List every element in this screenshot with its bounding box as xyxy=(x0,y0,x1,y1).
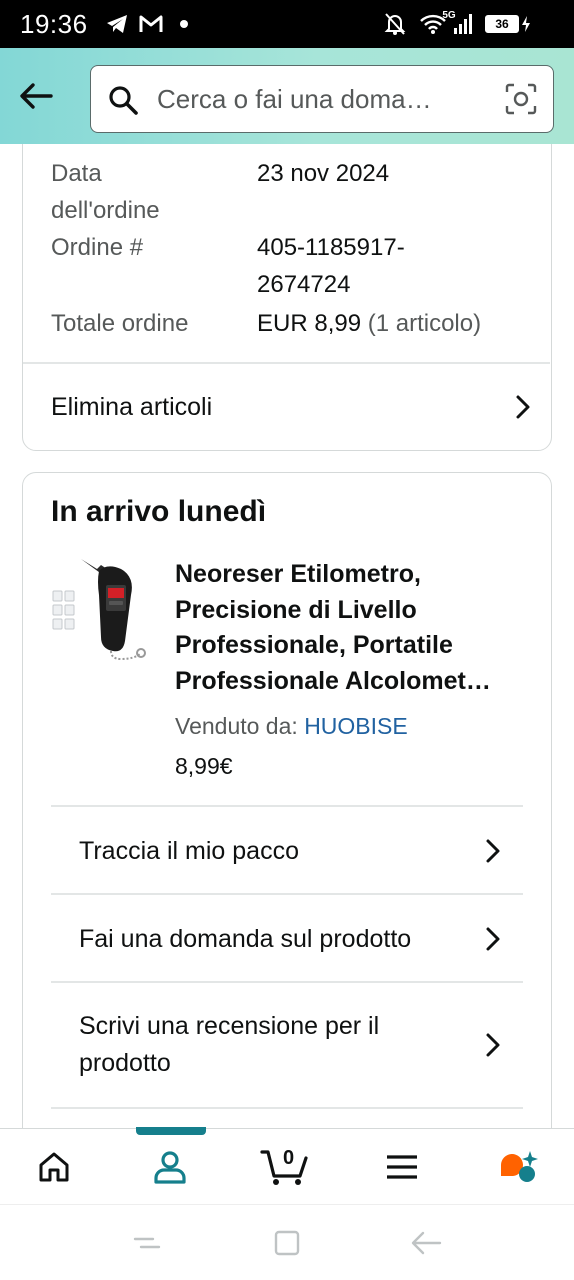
gmail-icon xyxy=(138,10,164,38)
order-total-value: EUR 8,99 (1 articolo) xyxy=(257,310,482,337)
product-price: 8,99€ xyxy=(175,753,233,779)
status-bar: 19:36 5G 36 xyxy=(0,0,574,48)
divider xyxy=(51,981,523,983)
seller-link[interactable]: HUOBISE xyxy=(304,713,408,739)
rufus-icon xyxy=(501,1151,538,1182)
camera-icon[interactable] xyxy=(505,83,537,120)
shipment-card: In arrivo lunedì Neoreser Etilometro, Pr… xyxy=(22,472,552,1128)
bottom-navigation: 0 xyxy=(0,1127,574,1205)
status-time: 19:36 xyxy=(20,9,88,39)
search-placeholder: Cerca o fai una doma… xyxy=(157,84,432,114)
track-package-link[interactable]: Traccia il mio pacco xyxy=(79,809,501,893)
search-input[interactable]: Cerca o fai una doma… xyxy=(90,65,554,133)
order-details-content[interactable]: Data dell'ordine 23 nov 2024 Ordine # 40… xyxy=(0,144,574,1128)
menu-icon xyxy=(387,1155,417,1179)
divider xyxy=(51,893,523,895)
nav-account[interactable] xyxy=(130,1129,210,1205)
mute-icon xyxy=(382,10,408,38)
back-button[interactable] xyxy=(14,74,58,118)
write-review-link[interactable]: Scrivi una recensione per il prodotto xyxy=(79,985,501,1105)
order-date-value: 23 nov 2024 xyxy=(257,160,390,187)
cart-count: 0 xyxy=(283,1147,295,1169)
delivery-status-title: In arrivo lunedì xyxy=(51,495,267,528)
search-icon xyxy=(107,84,139,121)
order-number-label: Ordine # xyxy=(51,234,144,261)
order-summary-card: Data dell'ordine 23 nov 2024 Ordine # 40… xyxy=(22,144,552,451)
chevron-right-icon xyxy=(486,839,500,863)
order-number-value: 405-1185917- 2674724 xyxy=(257,234,405,298)
order-item-count: (1 articolo) xyxy=(367,310,482,337)
home-square-icon[interactable] xyxy=(267,1225,307,1261)
signal-icon xyxy=(452,10,474,38)
product-image[interactable] xyxy=(51,555,151,665)
system-navigation-bar xyxy=(0,1204,574,1280)
battery-level: 36 xyxy=(485,15,519,33)
search-header: Cerca o fai una doma… xyxy=(0,48,574,144)
chevron-right-icon xyxy=(486,1033,500,1057)
sold-by: Venduto da: HUOBISE xyxy=(175,713,408,739)
product-title-link[interactable]: Neoreser Etilometro, Precisione di Livel… xyxy=(175,557,535,699)
divider xyxy=(23,362,550,364)
divider xyxy=(51,805,523,807)
account-icon xyxy=(154,1151,186,1184)
nav-menu[interactable] xyxy=(362,1129,442,1205)
order-date-label: Data dell'ordine xyxy=(51,160,160,224)
recents-icon[interactable] xyxy=(127,1225,167,1261)
telegram-icon xyxy=(104,10,130,38)
back-arrow-icon xyxy=(20,83,53,109)
nav-home[interactable] xyxy=(14,1129,94,1205)
back-icon[interactable] xyxy=(406,1225,446,1261)
battery-icon: 36 xyxy=(484,10,532,38)
order-total-label: Totale ordine xyxy=(51,310,189,337)
chevron-right-icon xyxy=(516,395,530,419)
chevron-right-icon xyxy=(486,927,500,951)
dot-icon xyxy=(178,10,190,38)
divider xyxy=(51,1107,523,1109)
nav-rufus[interactable] xyxy=(478,1129,558,1205)
home-icon xyxy=(39,1152,69,1182)
remove-items-link[interactable]: Elimina articoli xyxy=(51,367,531,447)
ask-product-question-link[interactable]: Fai una domanda sul prodotto xyxy=(79,897,501,981)
